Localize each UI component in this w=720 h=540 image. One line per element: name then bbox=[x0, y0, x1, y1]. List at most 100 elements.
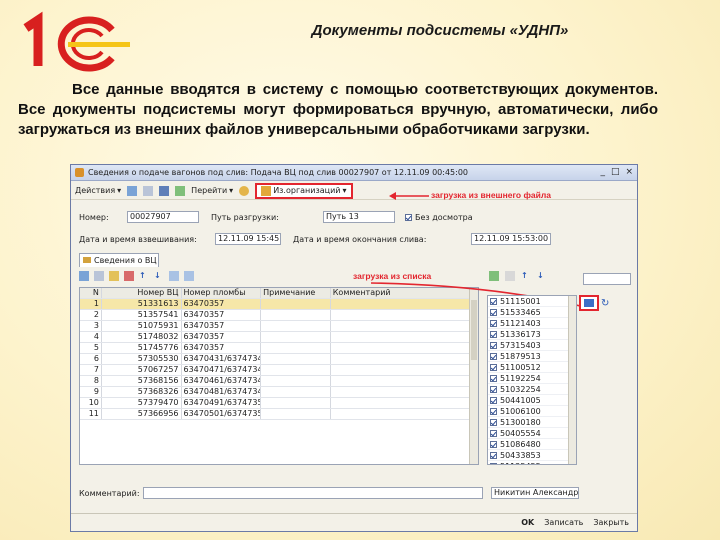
table-cell[interactable] bbox=[261, 376, 331, 386]
list-item[interactable]: 50441005 bbox=[488, 395, 576, 406]
table-cell[interactable]: 57067257 bbox=[102, 365, 182, 375]
list-item-checkbox[interactable] bbox=[490, 418, 497, 426]
table-cell[interactable]: 63470357 bbox=[182, 343, 262, 353]
table-cell[interactable]: 51075931 bbox=[102, 321, 182, 331]
list-item-checkbox[interactable] bbox=[490, 352, 497, 360]
number-field[interactable]: 00027907 bbox=[127, 211, 199, 223]
list-item[interactable]: 51336173 bbox=[488, 329, 576, 340]
table-row[interactable]: 6 57305530 63470431/63747342 bbox=[80, 354, 478, 365]
list-item-checkbox[interactable] bbox=[490, 462, 497, 464]
add-icon[interactable] bbox=[127, 185, 138, 196]
table-cell[interactable]: 63470357 bbox=[182, 332, 262, 342]
table-cell[interactable]: 63470471/63747344 bbox=[182, 365, 262, 375]
table-row[interactable]: 4 51748032 63470357 bbox=[80, 332, 478, 343]
list-item[interactable]: 51125455 bbox=[488, 461, 576, 464]
table-cell[interactable]: 63470357 bbox=[182, 299, 262, 309]
close-button[interactable]: Закрыть bbox=[593, 518, 629, 527]
table-cell[interactable] bbox=[331, 310, 478, 320]
table-cell[interactable]: 63470491/63747350 bbox=[182, 398, 262, 408]
no-inspection-checkbox[interactable] bbox=[405, 214, 412, 221]
table-cell[interactable] bbox=[261, 321, 331, 331]
col-header-note[interactable]: Примечание bbox=[261, 288, 331, 298]
list-down-icon[interactable]: ↓ bbox=[537, 271, 547, 281]
refresh-icon[interactable] bbox=[175, 185, 186, 196]
comment-field[interactable] bbox=[143, 487, 483, 499]
table-cell[interactable]: 57368326 bbox=[102, 387, 182, 397]
list-item-checkbox[interactable] bbox=[490, 451, 497, 459]
table-row[interactable]: 11 57366956 63470501/63747352 bbox=[80, 409, 478, 420]
list-item-checkbox[interactable] bbox=[490, 363, 497, 371]
table-row[interactable]: 8 57368156 63470461/63747346 bbox=[80, 376, 478, 387]
table-cell[interactable] bbox=[261, 332, 331, 342]
table-cell[interactable]: 1 bbox=[80, 299, 102, 309]
table-cell[interactable] bbox=[331, 343, 478, 353]
list-item[interactable]: 51192254 bbox=[488, 373, 576, 384]
table-cell[interactable]: 5 bbox=[80, 343, 102, 353]
list-item-checkbox[interactable] bbox=[490, 396, 497, 404]
table-cell[interactable]: 8 bbox=[80, 376, 102, 386]
weighing-date-field[interactable]: 12.11.09 15:45:00 bbox=[215, 233, 281, 245]
table-cell[interactable]: 51748032 bbox=[102, 332, 182, 342]
copy-icon[interactable] bbox=[143, 185, 154, 196]
table-cell[interactable] bbox=[261, 310, 331, 320]
route-field[interactable]: Путь 13 bbox=[323, 211, 395, 223]
ok-button[interactable]: OK bbox=[521, 518, 534, 527]
table-cell[interactable] bbox=[261, 398, 331, 408]
table-cell[interactable] bbox=[261, 299, 331, 309]
table-row[interactable]: 9 57368326 63470481/63747348 bbox=[80, 387, 478, 398]
table-cell[interactable]: 57379470 bbox=[102, 398, 182, 408]
table-cell[interactable]: 9 bbox=[80, 387, 102, 397]
list-item-checkbox[interactable] bbox=[490, 297, 497, 305]
table-cell[interactable] bbox=[331, 387, 478, 397]
list-item[interactable]: 51006100 bbox=[488, 406, 576, 417]
table-cell[interactable]: 63470461/63747346 bbox=[182, 376, 262, 386]
list-search-input[interactable] bbox=[583, 273, 631, 285]
table-cell[interactable]: 63470357 bbox=[182, 321, 262, 331]
table-row[interactable]: 2 51357541 63470357 bbox=[80, 310, 478, 321]
list-item-checkbox[interactable] bbox=[490, 385, 497, 393]
tab-wagons[interactable]: Сведения о ВЦ bbox=[79, 253, 159, 267]
table-cell[interactable]: 51357541 bbox=[102, 310, 182, 320]
table-cell[interactable] bbox=[261, 409, 331, 419]
sort-desc-icon[interactable] bbox=[184, 271, 194, 281]
table-cell[interactable] bbox=[331, 398, 478, 408]
list-item[interactable]: 50405554 bbox=[488, 428, 576, 439]
table-cell[interactable]: 63470481/63747348 bbox=[182, 387, 262, 397]
table-cell[interactable] bbox=[331, 376, 478, 386]
table-row[interactable]: 7 57067257 63470471/63747344 bbox=[80, 365, 478, 376]
list-up-icon[interactable]: ↑ bbox=[521, 271, 531, 281]
table-cell[interactable]: 57368156 bbox=[102, 376, 182, 386]
list-item-checkbox[interactable] bbox=[490, 308, 497, 316]
table-cell[interactable]: 3 bbox=[80, 321, 102, 331]
list-item-checkbox[interactable] bbox=[490, 341, 497, 349]
list-item-checkbox[interactable] bbox=[490, 429, 497, 437]
go-menu[interactable]: Перейти ▾ bbox=[191, 186, 233, 195]
col-header-n[interactable]: N bbox=[80, 288, 102, 298]
list-item-checkbox[interactable] bbox=[490, 319, 497, 327]
table-row[interactable]: 10 57379470 63470491/63747350 bbox=[80, 398, 478, 409]
transfer-selected-button[interactable] bbox=[579, 295, 599, 311]
table-cell[interactable] bbox=[331, 365, 478, 375]
list-item[interactable]: 51300180 bbox=[488, 417, 576, 428]
help-icon[interactable] bbox=[239, 185, 250, 196]
uncheck-all-icon[interactable] bbox=[505, 271, 515, 281]
save-icon[interactable] bbox=[159, 185, 170, 196]
table-cell[interactable]: 63470357 bbox=[182, 310, 262, 320]
list-item-checkbox[interactable] bbox=[490, 330, 497, 338]
delete-row-icon[interactable] bbox=[124, 271, 134, 281]
table-cell[interactable]: 11 bbox=[80, 409, 102, 419]
table-cell[interactable]: 6 bbox=[80, 354, 102, 364]
list-item[interactable]: 51121403 bbox=[488, 318, 576, 329]
actions-menu[interactable]: Действия ▾ bbox=[75, 186, 121, 195]
check-all-icon[interactable] bbox=[489, 271, 499, 281]
load-from-file-button[interactable]: Из.организаций ▾ bbox=[255, 182, 353, 199]
save-button[interactable]: Записать bbox=[544, 518, 583, 527]
move-down-icon[interactable]: ↓ bbox=[154, 271, 164, 281]
list-item[interactable]: 57315403 bbox=[488, 340, 576, 351]
table-row[interactable]: 3 51075931 63470357 bbox=[80, 321, 478, 332]
col-header-wagon[interactable]: Номер ВЦ bbox=[102, 288, 182, 298]
close-window-button[interactable]: × bbox=[625, 168, 633, 177]
table-cell[interactable]: 57366956 bbox=[102, 409, 182, 419]
table-scrollbar[interactable] bbox=[469, 288, 478, 464]
drain-end-field[interactable]: 12.11.09 15:53:00 bbox=[471, 233, 551, 245]
